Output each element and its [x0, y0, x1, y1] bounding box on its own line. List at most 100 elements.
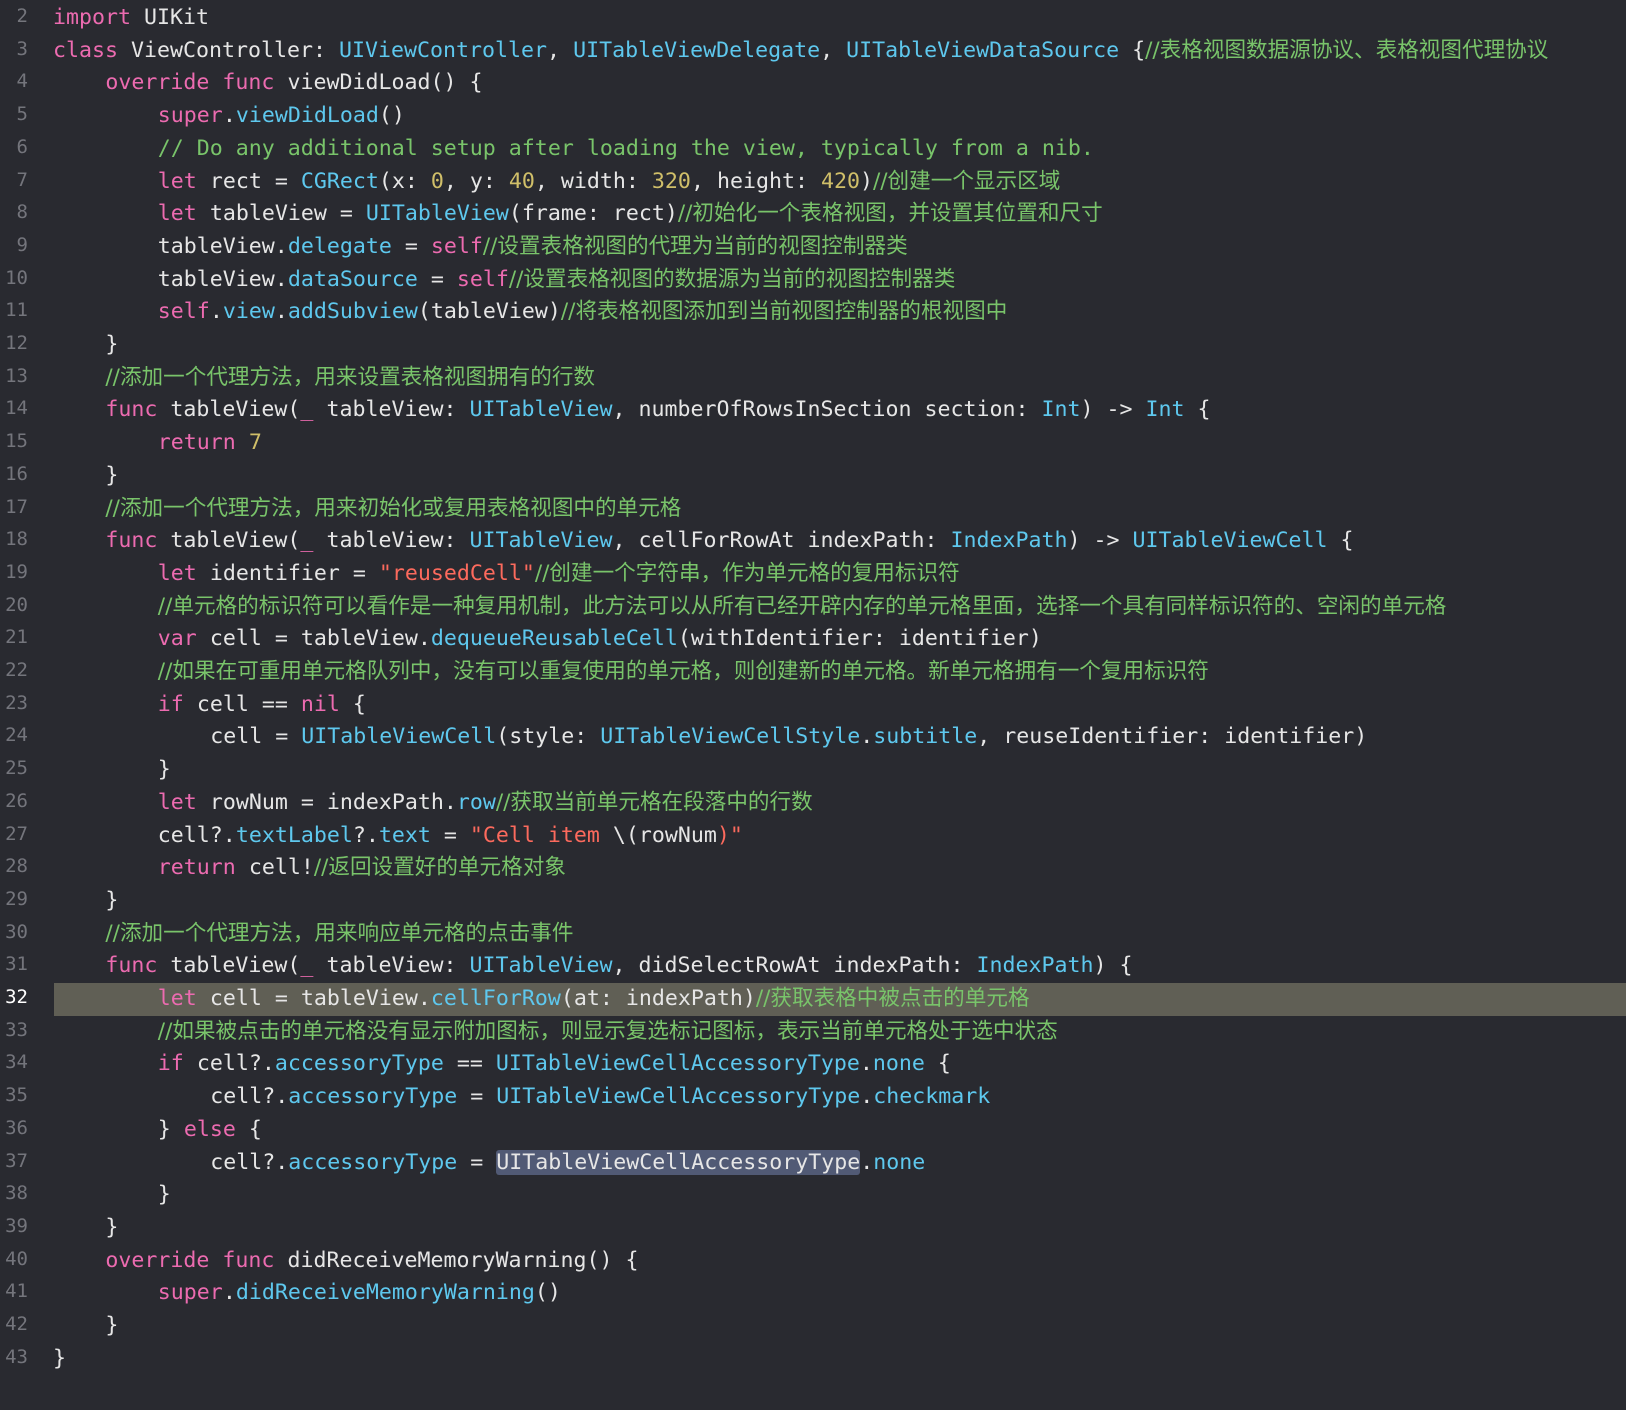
- code-text[interactable]: }: [105, 1214, 118, 1242]
- code-line-20[interactable]: 20 //单元格的标识符可以看作是一种复用机制，此方法可以从所有已经开辟内存的单元…: [0, 591, 1626, 624]
- code-text[interactable]: override func didReceiveMemoryWarning() …: [105, 1247, 638, 1275]
- code-text[interactable]: return 7: [158, 429, 262, 457]
- code-line-29[interactable]: 29}: [0, 885, 1626, 918]
- code-text[interactable]: }: [53, 1345, 66, 1373]
- code-token: //表格视图数据源协议、表格视图代理协议: [1145, 37, 1549, 63]
- code-token: 40: [508, 168, 535, 194]
- code-text[interactable]: // Do any additional setup after loading…: [158, 135, 1094, 163]
- code-line-11[interactable]: 11 self.view.addSubview(tableView)//将表格视图…: [0, 296, 1626, 329]
- code-line-27[interactable]: 27 cell?.textLabel?.text = "Cell item \(r…: [0, 820, 1626, 853]
- code-text[interactable]: let rowNum = indexPath.row//获取当前单元格在段落中的…: [158, 789, 813, 817]
- code-line-37[interactable]: 37 cell?.accessoryType = UITableViewCellA…: [0, 1147, 1626, 1180]
- code-text[interactable]: class ViewController: UIViewController, …: [53, 37, 1548, 65]
- code-text[interactable]: //单元格的标识符可以看作是一种复用机制，此方法可以从所有已经开辟内存的单元格里…: [158, 593, 1447, 621]
- code-text[interactable]: if cell?.accessoryType == UITableViewCel…: [158, 1050, 951, 1078]
- code-text[interactable]: func tableView(_ tableView: UITableView,…: [105, 396, 1210, 424]
- code-line-34[interactable]: 34 if cell?.accessoryType == UITableViewC…: [0, 1048, 1626, 1081]
- code-text[interactable]: cell?.accessoryType = UITableViewCellAcc…: [210, 1149, 925, 1177]
- code-token: //将表格视图添加到当前视图控制器的根视图中: [560, 299, 1008, 325]
- code-text[interactable]: //如果在可重用单元格队列中，没有可以重复使用的单元格，则创建新的单元格。新单元…: [158, 658, 1209, 686]
- code-line-31[interactable]: 31 func tableView(_ tableView: UITableVie…: [0, 950, 1626, 983]
- code-line-28[interactable]: 28 return cell!//返回设置好的单元格对象: [0, 852, 1626, 885]
- code-line-7[interactable]: 7 let rect = CGRect(x: 0, y: 40, width: 3…: [0, 166, 1626, 199]
- code-line-17[interactable]: 17 //添加一个代理方法，用来初始化或复用表格视图中的单元格: [0, 493, 1626, 526]
- code-text[interactable]: //添加一个代理方法，用来设置表格视图拥有的行数: [105, 364, 595, 392]
- code-text[interactable]: super.viewDidLoad(): [158, 102, 405, 130]
- code-text[interactable]: var cell = tableView.dequeueReusableCell…: [158, 625, 1042, 653]
- code-line-42[interactable]: 42}: [0, 1310, 1626, 1343]
- code-token: }: [157, 1116, 184, 1142]
- code-line-9[interactable]: 9 tableView.delegate = self//设置表格视图的代理为当前…: [0, 231, 1626, 264]
- code-editor[interactable]: 2 import UIKit 3 class ViewController: UIVi…: [0, 0, 1626, 1410]
- code-text[interactable]: super.didReceiveMemoryWarning(): [158, 1279, 561, 1307]
- code-line-30[interactable]: 30 //添加一个代理方法，用来响应单元格的点击事件: [0, 918, 1626, 951]
- code-line-15[interactable]: 15 return 7: [0, 427, 1626, 460]
- code-text[interactable]: tableView.dataSource = self//设置表格视图的数据源为…: [158, 266, 956, 294]
- code-text[interactable]: }: [105, 331, 118, 359]
- code-token: if: [157, 691, 184, 717]
- code-line-13[interactable]: 13 //添加一个代理方法，用来设置表格视图拥有的行数: [0, 362, 1626, 395]
- code-text[interactable]: return cell!//返回设置好的单元格对象: [158, 854, 566, 882]
- code-text[interactable]: //添加一个代理方法，用来响应单元格的点击事件: [105, 920, 573, 948]
- code-line-16[interactable]: 16}: [0, 460, 1626, 493]
- code-text[interactable]: import UIKit: [53, 4, 209, 32]
- code-text[interactable]: let tableView = UITableView(frame: rect)…: [158, 200, 1103, 228]
- code-text[interactable]: let identifier = "reusedCell"//创建一个字符串，作…: [158, 560, 960, 588]
- code-text[interactable]: if cell == nil {: [158, 691, 366, 719]
- code-line-39[interactable]: 39}: [0, 1212, 1626, 1245]
- code-text[interactable]: } else {: [158, 1116, 262, 1144]
- code-text[interactable]: }: [105, 887, 118, 915]
- code-line-41[interactable]: 41 super.didReceiveMemoryWarning(): [0, 1277, 1626, 1310]
- code-token: tableView:: [313, 953, 470, 979]
- line-number: 35: [5, 1084, 28, 1107]
- code-line-22[interactable]: 22 //如果在可重用单元格队列中，没有可以重复使用的单元格，则创建新的单元格。新…: [0, 656, 1626, 689]
- line-number: 32: [5, 986, 28, 1008]
- code-token: return: [157, 430, 236, 456]
- code-token: UITableViewCellStyle: [600, 724, 861, 750]
- code-line-14[interactable]: 14 func tableView(_ tableView: UITableVie…: [0, 394, 1626, 427]
- code-line-21[interactable]: 21 var cell = tableView.dequeueReusableCe…: [0, 623, 1626, 656]
- code-text[interactable]: override func viewDidLoad() {: [105, 69, 482, 97]
- code-line-43[interactable]: 43}: [0, 1343, 1626, 1376]
- code-line-8[interactable]: 8 let tableView = UITableView(frame: rect…: [0, 198, 1626, 231]
- code-token: rowNum: [638, 822, 717, 848]
- code-text[interactable]: //添加一个代理方法，用来初始化或复用表格视图中的单元格: [105, 495, 681, 523]
- code-line-10[interactable]: 10 tableView.dataSource = self//设置表格视图的数据…: [0, 264, 1626, 297]
- code-text[interactable]: }: [158, 1181, 171, 1209]
- code-line-33[interactable]: 33 //如果被点击的单元格没有显示附加图标，则显示复选标记图标，表示当前单元格处…: [0, 1016, 1626, 1049]
- code-text[interactable]: self.view.addSubview(tableView)//将表格视图添加…: [158, 298, 1008, 326]
- code-line-40[interactable]: 40 override func didReceiveMemoryWarning(…: [0, 1245, 1626, 1278]
- code-line-23[interactable]: 23 if cell == nil {: [0, 689, 1626, 722]
- code-line-3[interactable]: 3 class ViewController: UIViewController,…: [0, 35, 1626, 68]
- code-token: \(: [612, 822, 639, 848]
- code-line-4[interactable]: 4 override func viewDidLoad() {: [0, 67, 1626, 100]
- code-text[interactable]: func tableView(_ tableView: UITableView,…: [105, 527, 1353, 555]
- code-line-32[interactable]: 32 let cell = tableView.cellForRow(at: in…: [5, 983, 1626, 1016]
- code-text[interactable]: let cell = tableView.cellForRow(at: inde…: [158, 985, 1030, 1013]
- code-line-12[interactable]: 12}: [0, 329, 1626, 362]
- code-line-2[interactable]: 2 import UIKit: [0, 2, 1626, 35]
- code-line-5[interactable]: 5 super.viewDidLoad(): [0, 100, 1626, 133]
- code-text[interactable]: let rect = CGRect(x: 0, y: 40, width: 32…: [158, 168, 1061, 196]
- code-text[interactable]: cell = UITableViewCell(style: UITableVie…: [210, 723, 1367, 751]
- code-text[interactable]: //如果被点击的单元格没有显示附加图标，则显示复选标记图标，表示当前单元格处于选…: [158, 1018, 1058, 1046]
- line-number: 16: [5, 462, 28, 485]
- line-number: 43: [5, 1345, 28, 1368]
- line-number: 30: [5, 920, 28, 943]
- code-text[interactable]: cell?.textLabel?.text = "Cell item \(row…: [158, 822, 743, 850]
- code-text[interactable]: }: [105, 462, 118, 490]
- code-text[interactable]: func tableView(_ tableView: UITableView,…: [105, 952, 1132, 980]
- code-line-25[interactable]: 25}: [0, 754, 1626, 787]
- code-text[interactable]: cell?.accessoryType = UITableViewCellAcc…: [210, 1083, 990, 1111]
- code-line-35[interactable]: 35 cell?.accessoryType = UITableViewCellA…: [0, 1081, 1626, 1114]
- code-line-24[interactable]: 24 cell = UITableViewCell(style: UITableV…: [0, 721, 1626, 754]
- code-line-19[interactable]: 19 let identifier = "reusedCell"//创建一个字符串…: [0, 558, 1626, 591]
- code-text[interactable]: }: [158, 756, 171, 784]
- code-line-18[interactable]: 18 func tableView(_ tableView: UITableVie…: [0, 525, 1626, 558]
- code-line-36[interactable]: 36} else {: [0, 1114, 1626, 1147]
- code-line-38[interactable]: 38}: [0, 1179, 1626, 1212]
- code-line-6[interactable]: 6 // Do any additional setup after loadin…: [0, 133, 1626, 166]
- code-text[interactable]: }: [105, 1312, 118, 1340]
- code-line-26[interactable]: 26 let rowNum = indexPath.row//获取当前单元格在段落…: [0, 787, 1626, 820]
- code-text[interactable]: tableView.delegate = self//设置表格视图的代理为当前的…: [158, 233, 908, 261]
